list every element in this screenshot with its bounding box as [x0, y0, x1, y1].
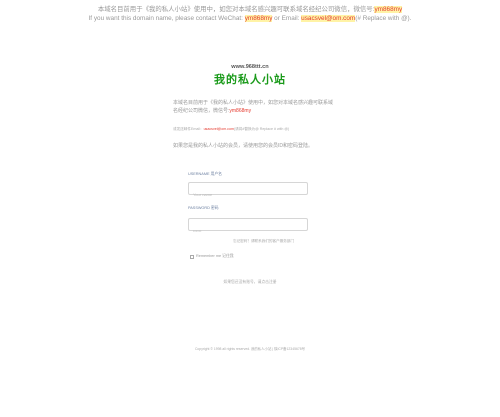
notice-cn-text: 本域名目前用于《我的私人小站》使用中，如您对本域名感兴趣可联系域名经纪公司微信，… [97, 6, 375, 13]
password-field-box [188, 218, 308, 236]
domain-info-block: 本域名目前用于《我的私人小站》使用中，如您对本域名感兴趣可联系域名经纪公司微信，… [173, 100, 333, 116]
remember-me-checkbox[interactable] [190, 254, 194, 259]
notice-en-text: If you want this domain name, please con… [88, 14, 245, 22]
username-input[interactable] [189, 189, 307, 200]
password-input[interactable] [189, 225, 307, 236]
password-label: PASSWORD 密码 [188, 206, 219, 210]
email-contact-address[interactable]: usacsvel@om.com [204, 127, 234, 131]
username-field-box [188, 182, 308, 200]
register-link[interactable]: 如果您还没有账号，请点击注册 [0, 280, 500, 285]
notice-en-mid: or Email: [272, 14, 302, 22]
site-title-logo: 我的私人小站 [214, 74, 286, 86]
domain-sale-notice: 本域名目前用于《我的私人小站》使用中，如您对本域名感兴趣可联系域名经纪公司微信，… [0, 6, 500, 23]
site-domain: www.968ttt.cn [231, 64, 269, 70]
member-login-prompt: 如果您是我的私人小站的会员，请使用您的会员ID和密码登陆。 [173, 143, 314, 149]
notice-line-cn: 本域名目前用于《我的私人小站》使用中，如您对本域名感兴趣可联系域名经纪公司微信，… [0, 6, 500, 15]
notice-email[interactable]: usacsvel@om.com [301, 14, 356, 22]
remember-me-row[interactable]: Remember me 记住我 [190, 254, 234, 259]
info-wechat-id: ym868my [229, 107, 252, 114]
username-label: USERNAME 用户名 [188, 172, 222, 176]
notice-wechat-id: ym868my [374, 6, 403, 13]
notice-line-en: If you want this domain name, please con… [0, 14, 500, 24]
info-text: 本域名目前用于《我的私人小站》使用中，如您对本域名感兴趣可联系域名经纪公司微信，… [173, 100, 334, 114]
email-contact-pre: 或发送邮件Email： [173, 127, 204, 131]
footer-copyright: Copyright © 1998 all rights reserved. 我的… [194, 347, 306, 351]
notice-en-post: (# Replace with @). [355, 14, 412, 22]
email-contact-line: 或发送邮件Email：usacsvel@om.com(请将#替换为@ Repla… [173, 127, 343, 132]
remember-me-label: Remember me 记住我 [196, 254, 234, 258]
notice-en-wechat-id: ym868my [244, 14, 273, 22]
email-contact-post: (请将#替换为@ Replace # with @) [233, 127, 290, 131]
forgot-password-link[interactable]: 忘记密码？请联系我们的客户服务部门 [233, 239, 294, 244]
